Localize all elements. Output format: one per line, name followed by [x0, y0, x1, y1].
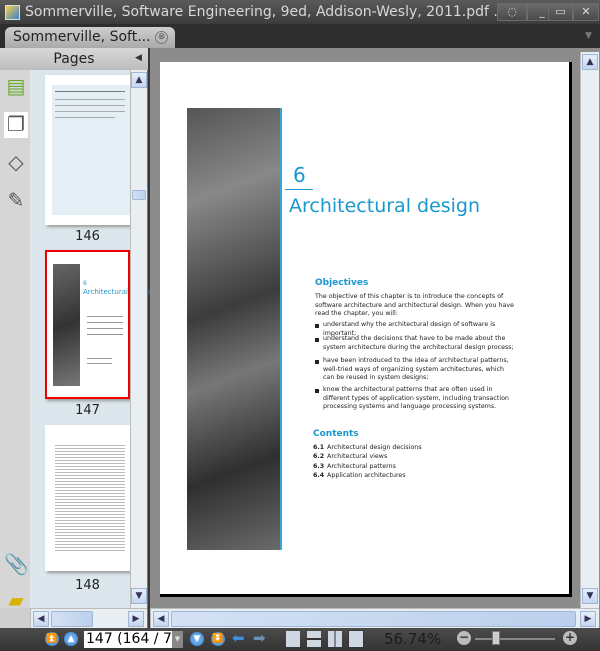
contents-list: 6.1 Architectural design decisions 6.2 A… [313, 443, 422, 480]
options-button[interactable]: ◌ [497, 3, 527, 21]
thumbnail-vertical-scrollbar[interactable]: ▲ ▼ [130, 70, 147, 608]
tab-label: Sommerville, Soft... [13, 29, 151, 45]
bookmarks-icon[interactable]: ▤ [4, 74, 28, 100]
first-page-button[interactable]: ⏫ [45, 632, 59, 646]
attachments-icon[interactable]: 📎 [4, 552, 29, 578]
tab-bar: Sommerville, Soft... ⊗ [0, 24, 600, 48]
scroll-right-button[interactable]: ▶ [580, 611, 596, 627]
thumbnail-page-146[interactable] [45, 75, 130, 225]
document-horizontal-scrollbar[interactable]: ◀ ▶ [150, 608, 599, 628]
objective-bullet: understand the decisions that have to be… [315, 335, 515, 352]
scroll-thumb[interactable] [132, 190, 146, 200]
document-vertical-scrollbar[interactable]: ▲ ▼ [580, 52, 599, 608]
contents-heading: Contents [313, 429, 359, 439]
chapter-photo [187, 108, 280, 550]
scroll-thumb[interactable] [51, 611, 93, 627]
forward-arrow-icon[interactable]: ➡ [253, 629, 266, 647]
chapter-title: Architectural design [289, 195, 481, 217]
thumbnail-page-148[interactable] [45, 425, 130, 571]
thumbnail-label: 148 [75, 578, 100, 593]
zoom-in-button[interactable]: + [563, 631, 577, 645]
scroll-up-button[interactable]: ▲ [582, 54, 598, 70]
window-title: Sommerville, Software Engineering, 9ed, … [25, 4, 507, 20]
last-page-button[interactable]: ⏬ [211, 632, 225, 646]
contents-item[interactable]: 6.4 Application architectures [313, 471, 422, 480]
zoom-slider[interactable] [475, 638, 555, 640]
previous-page-button[interactable]: ▲ [64, 632, 78, 646]
thumbnail-horizontal-scrollbar[interactable]: ◀ ▶ [30, 608, 147, 628]
maximize-button[interactable]: ▭ [548, 3, 573, 21]
objectives-heading: Objectives [315, 278, 369, 288]
grid-view-button[interactable] [348, 630, 364, 648]
chapter-number: 6 [293, 163, 306, 187]
annotations-icon[interactable]: ✎ [4, 188, 28, 214]
contents-item[interactable]: 6.1 Architectural design decisions [313, 443, 422, 452]
contents-item[interactable]: 6.2 Architectural views [313, 452, 422, 461]
objectives-intro: The objective of this chapter is to intr… [315, 293, 514, 318]
scroll-left-button[interactable]: ◀ [153, 611, 169, 627]
page-number-input[interactable]: 147 (164 / 79 [84, 631, 172, 648]
contents-item[interactable]: 6.3 Architectural patterns [313, 462, 422, 471]
zoom-slider-thumb[interactable] [492, 631, 500, 645]
divider [285, 189, 313, 190]
scroll-down-button[interactable]: ▼ [582, 588, 598, 604]
thumbnail-label: 146 [75, 229, 100, 244]
pdf-page: 6 Architectural design Objectives The ob… [160, 62, 572, 597]
tab-close-icon[interactable]: ⊗ [155, 31, 168, 44]
next-page-button[interactable]: ▼ [190, 632, 204, 646]
scroll-left-button[interactable]: ◀ [33, 611, 49, 627]
layers-icon[interactable]: ◇ [4, 150, 28, 176]
scroll-up-button[interactable]: ▲ [131, 72, 147, 88]
scroll-down-button[interactable]: ▼ [131, 588, 147, 604]
scroll-thumb[interactable] [171, 611, 576, 627]
pages-icon[interactable]: ❐ [4, 112, 28, 138]
zoom-out-button[interactable]: − [457, 631, 471, 645]
comments-icon[interactable]: ▰ [4, 588, 28, 614]
document-tab[interactable]: Sommerville, Soft... ⊗ [5, 27, 175, 48]
pages-header: Pages [0, 48, 148, 70]
scroll-right-button[interactable]: ▶ [128, 611, 144, 627]
objective-bullet: have been introduced to the idea of arch… [315, 357, 515, 383]
panel-icon-strip: ▤ ❐ ◇ ✎ 📎 ▰ [0, 70, 30, 612]
zoom-level[interactable]: 56.74% [384, 630, 441, 648]
objective-bullet: know the architectural patterns that are… [315, 386, 515, 412]
close-button[interactable]: ✕ [573, 3, 599, 21]
back-arrow-icon[interactable]: ⬅ [232, 629, 245, 647]
tab-menu-icon[interactable]: ▼ [585, 31, 592, 41]
thumbnail-label: 147 [75, 403, 100, 418]
single-page-view-button[interactable] [286, 631, 300, 647]
divider [280, 108, 282, 550]
app-icon [5, 5, 20, 20]
continuous-view-button[interactable] [307, 631, 321, 647]
page-dropdown-button[interactable]: ▼ [172, 631, 183, 648]
collapse-panel-icon[interactable]: ◀ [135, 53, 142, 63]
facing-view-button[interactable] [328, 631, 342, 647]
thumbnail-page-147[interactable]: 6 Architectural design [45, 250, 153, 399]
